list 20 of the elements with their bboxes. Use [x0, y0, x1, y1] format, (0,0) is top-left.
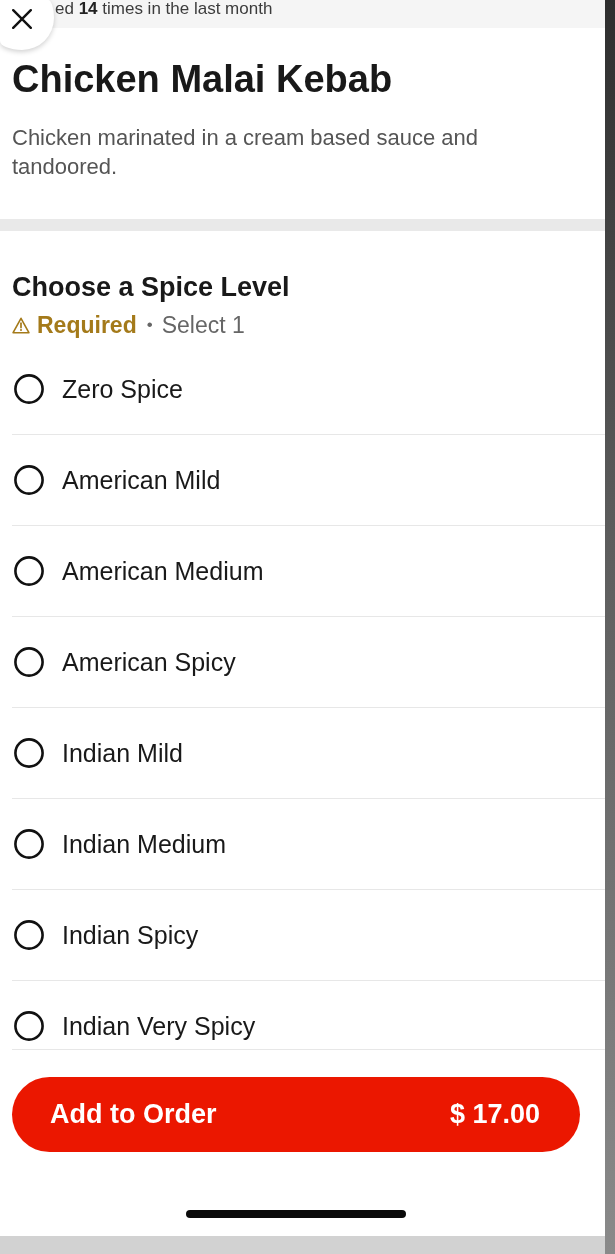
spice-option[interactable]: Indian Medium: [12, 799, 605, 890]
bullet-separator: •: [146, 314, 153, 336]
select-count-text: Select 1: [161, 311, 245, 339]
spice-option[interactable]: Indian Very Spicy: [12, 981, 605, 1050]
order-price: $ 17.00: [449, 1099, 540, 1130]
add-to-order-button[interactable]: Add to Order $ 17.00: [12, 1077, 580, 1152]
spice-option[interactable]: Indian Mild: [12, 708, 605, 799]
order-count-text: ed 14 times in the last month: [55, 0, 274, 18]
spice-option[interactable]: American Medium: [12, 526, 605, 617]
required-label: Required: [37, 311, 137, 339]
spice-option[interactable]: Zero Spice: [12, 344, 605, 435]
option-group-title: Choose a Spice Level: [12, 271, 291, 303]
item-title: Chicken Malai Kebab: [12, 57, 394, 101]
spice-option[interactable]: American Mild: [12, 435, 605, 526]
close-icon: [12, 9, 32, 29]
item-description: Chicken marinated in a cream based sauce and tandoored.: [12, 124, 479, 181]
close-button[interactable]: [0, 0, 54, 50]
spice-option[interactable]: Indian Spicy: [12, 890, 605, 981]
spice-option[interactable]: American Spicy: [12, 617, 605, 708]
warning-icon: [12, 316, 30, 334]
